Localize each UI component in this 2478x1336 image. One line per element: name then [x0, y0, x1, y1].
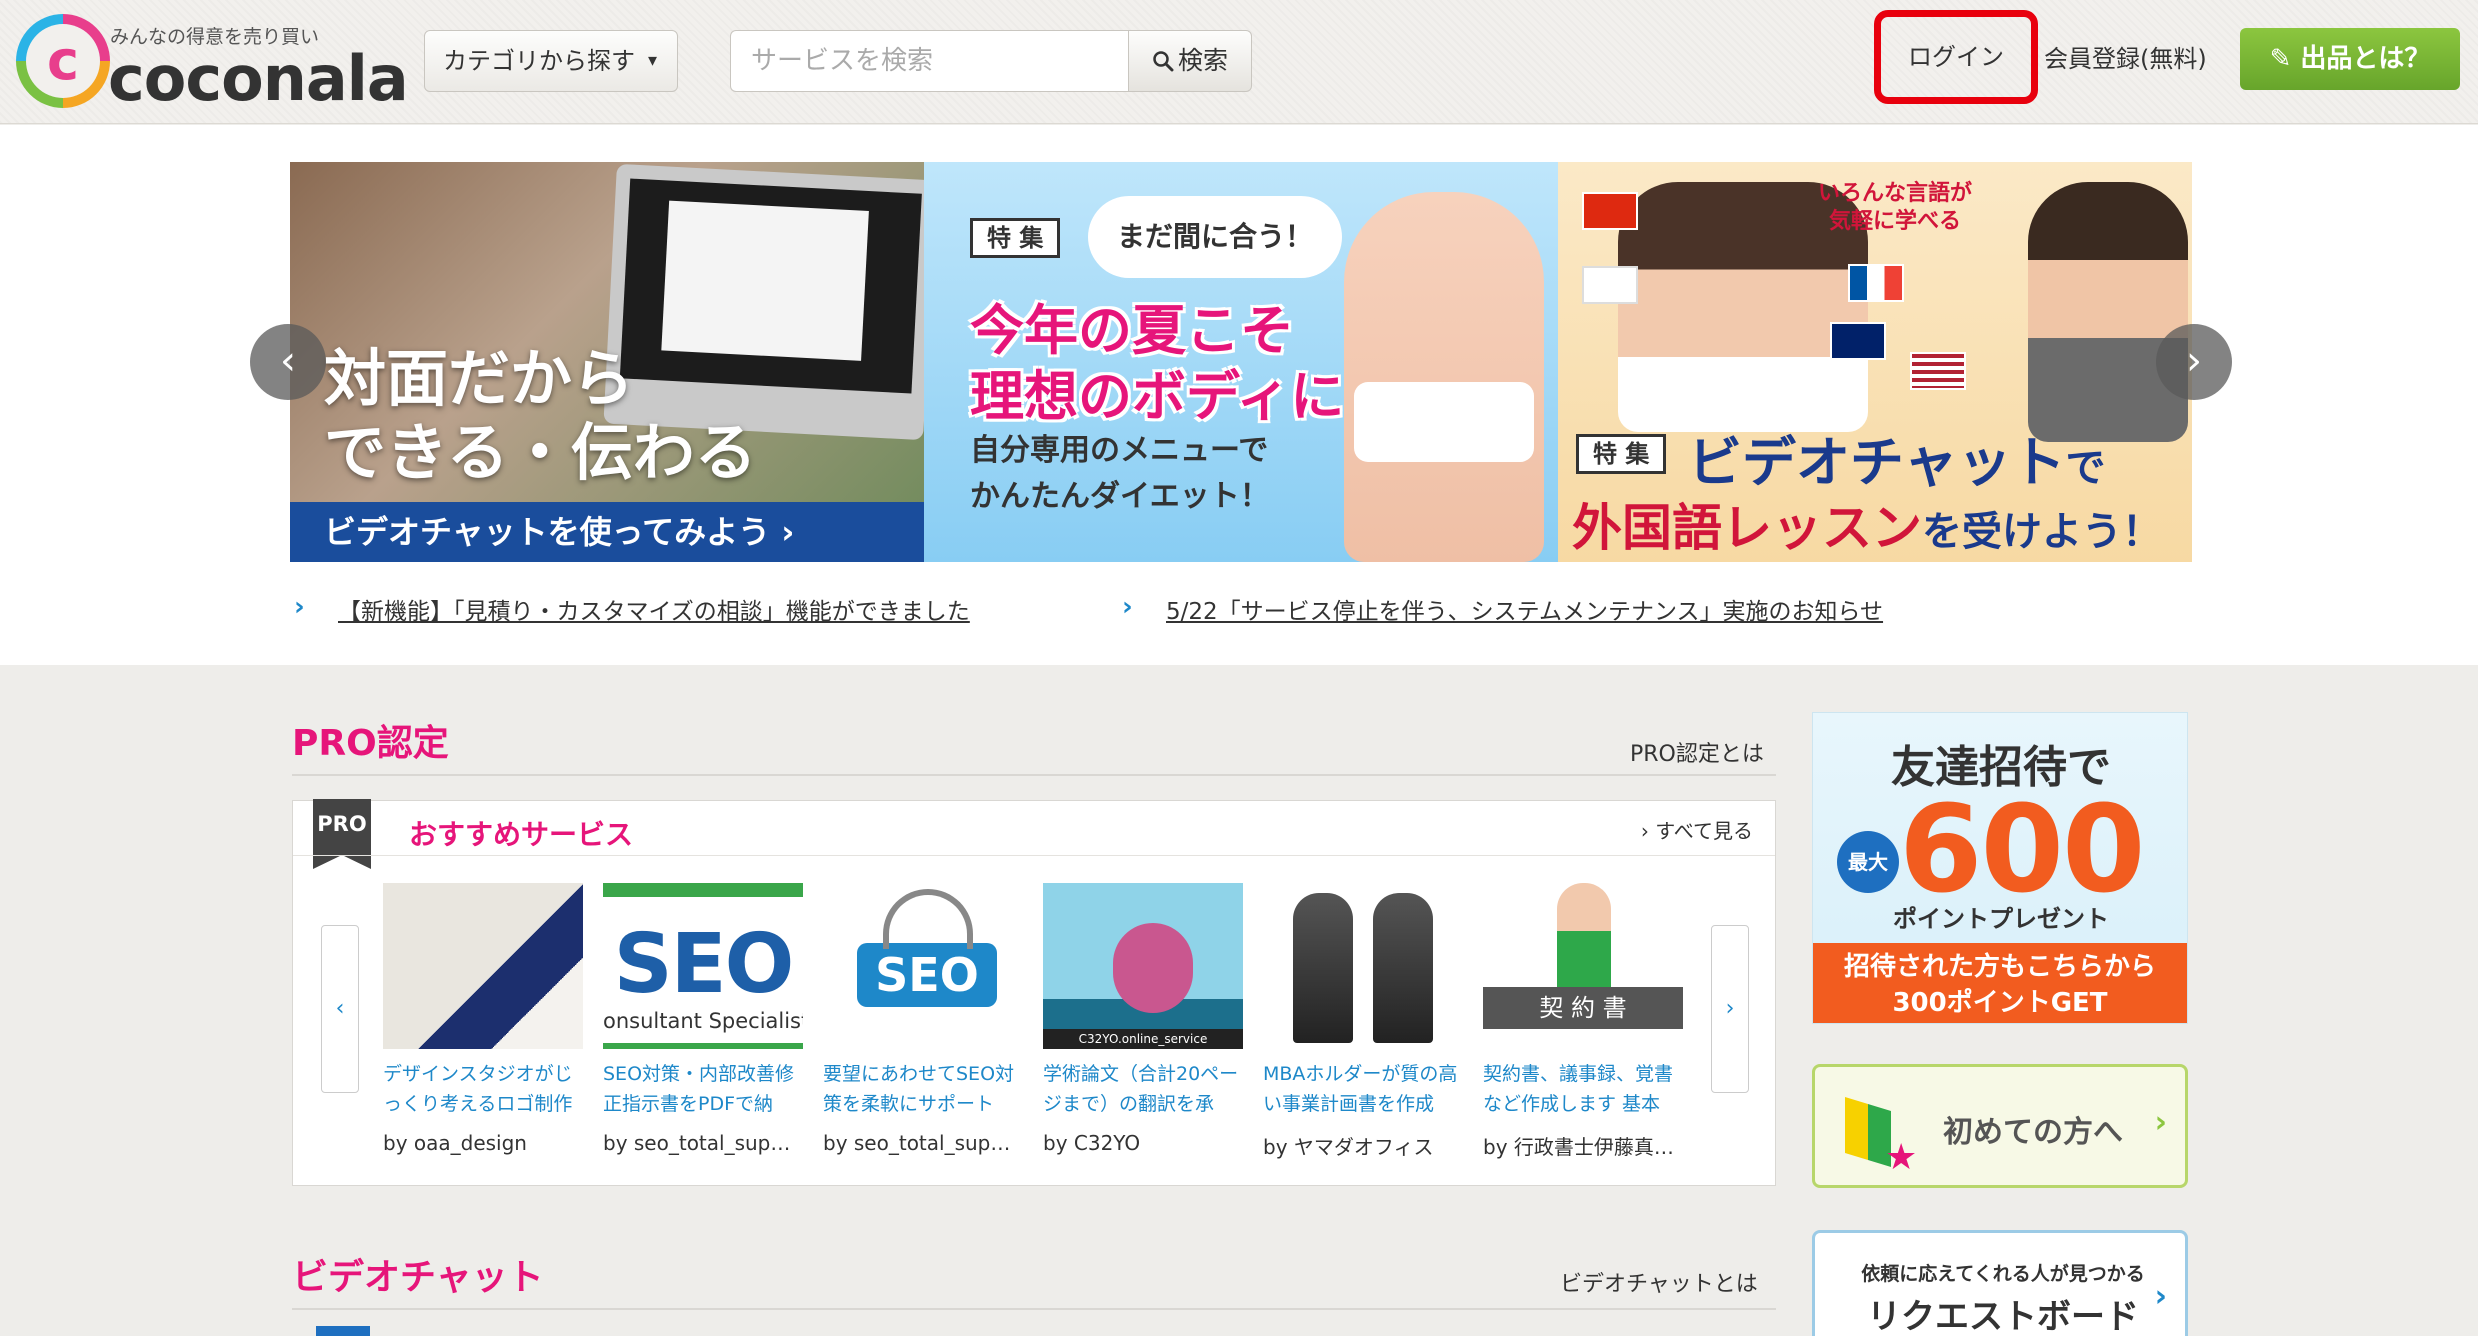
request-subtitle: 依頼に応えてくれる人が見つかる — [1861, 1263, 2145, 1285]
flag-korea-icon — [1582, 266, 1638, 304]
category-dropdown-button[interactable]: カテゴリから探す ▾ — [424, 30, 678, 92]
speech-bubble: まだ間に合う！ — [1088, 196, 1342, 278]
service-title: SEO対策・内部改善修正指示書をPDFで納 — [603, 1063, 795, 1115]
model-image — [1344, 192, 1544, 562]
banner2-title: 今年の夏こそ 理想のボディに — [970, 299, 1345, 428]
beginner-guide-button[interactable]: ★ 初めての方へ › — [1812, 1064, 2188, 1188]
request-board-button[interactable]: 依頼に応えてくれる人が見つかる リクエストボード › — [1812, 1230, 2188, 1336]
banner3-title: ビデオチャットで — [1688, 431, 2106, 494]
logo-mark-icon: c — [16, 14, 110, 108]
flag-us-icon — [1910, 352, 1966, 390]
banner-video-chat[interactable]: 対面だから できる・伝わる ビデオチャットを使ってみよう › — [290, 162, 924, 562]
pro-badge: PRO — [313, 799, 371, 869]
pro-section-title: PRO認定 — [292, 723, 449, 764]
service-thumbnail: SEO onsultant Specialist — [603, 883, 803, 1049]
model-top-image — [1354, 382, 1534, 462]
panel-divider — [293, 855, 1775, 856]
sell-button-label: 出品とは？ — [2300, 44, 2431, 74]
sell-about-button[interactable]: ✎ 出品とは？ — [2240, 28, 2460, 90]
banner-diet[interactable]: 特 集 まだ間に合う！ 今年の夏こそ 理想のボディに 自分専用のメニューで かん… — [924, 162, 1558, 562]
service-title: 要望にあわせてSEO対策を柔軟にサポート — [823, 1063, 1015, 1115]
pro-about-link[interactable]: PRO認定とは — [1630, 736, 1764, 768]
flag-uk-icon — [1830, 322, 1886, 360]
banner2-subtitle: 自分専用のメニューで かんたんダイエット！ — [970, 433, 1270, 514]
seller-name: by C32YO — [1043, 1131, 1141, 1155]
chevron-right-icon: › — [2154, 1279, 2167, 1314]
news-arrow-icon: › — [1122, 592, 1133, 622]
banner3-subtitle: 外国語レッスンを受けよう！ — [1572, 499, 2162, 557]
pro-carousel-prev-button[interactable]: ‹ — [321, 925, 359, 1093]
seller-name: by seo_total_supp… — [603, 1131, 803, 1155]
service-card[interactable]: 契 約 書 契約書、議事録、覚書など作成します 基本 by 行政書士伊藤真… — [1483, 883, 1683, 1183]
news-link[interactable]: 【新機能】「見積り・カスタマイズの相談」機能ができました — [338, 592, 970, 628]
service-card[interactable]: MBAホルダーが質の高い事業計画書を作成 by ヤマダオフィス — [1263, 883, 1463, 1183]
invite-points-label: ポイントプレゼント — [1893, 905, 2109, 933]
max-badge: 最大 — [1837, 831, 1899, 893]
logo-wordmark: coconala — [108, 42, 409, 115]
category-label: カテゴリから探す — [443, 47, 635, 75]
banner1-title: 対面だから できる・伝わる — [324, 342, 757, 489]
pro-recommend-panel: PRO おすすめサービス › すべて見る ‹ › デザインスタジオがじっくり考え… — [292, 799, 1776, 1186]
request-title: リクエストボード — [1867, 1297, 2139, 1336]
section-marker — [316, 1326, 370, 1336]
section-divider — [292, 774, 1776, 776]
seller-name: by ヤマダオフィス — [1263, 1135, 1434, 1159]
service-title: デザインスタジオがじっくり考えるロゴ制作 — [383, 1063, 573, 1115]
news-arrow-icon: › — [294, 592, 305, 622]
pencil-icon: ✎ — [2269, 44, 2292, 74]
search-button-label: 検索 — [1177, 46, 1228, 75]
seller-name: by seo_total_supp… — [823, 1131, 1023, 1155]
service-title: MBAホルダーが質の高い事業計画書を作成 — [1263, 1063, 1458, 1115]
service-card[interactable]: デザインスタジオがじっくり考えるロゴ制作 by oaa_design — [383, 883, 583, 1183]
invite-bonus-bar: 招待された方もこちらから 300ポイントGET — [1813, 943, 2187, 1023]
chevron-right-icon: › — [2154, 1105, 2167, 1140]
login-button[interactable]: ログイン — [1874, 10, 2038, 104]
service-card[interactable]: SEO onsultant Specialist SEO対策・内部改善修正指示書… — [603, 883, 803, 1183]
see-all-link[interactable]: › すべて見る — [1641, 815, 1753, 844]
feature-tag: 特 集 — [970, 218, 1061, 258]
seller-name: by oaa_design — [383, 1131, 527, 1155]
carousel-prev-button[interactable]: ‹ — [250, 324, 326, 400]
service-thumbnail — [1263, 883, 1463, 1049]
service-card[interactable]: C32YO.online_service 学術論文（合計20ページまで）の翻訳を… — [1043, 883, 1243, 1183]
banner-language-lesson[interactable]: いろんな言語が 気軽に学べる 特 集 ビデオチャットで 外国語レッスンを受けよう… — [1558, 162, 2192, 562]
search-input[interactable] — [730, 30, 1130, 92]
service-thumbnail — [383, 883, 583, 1049]
service-thumbnail: C32YO.online_service — [1043, 883, 1243, 1049]
flag-france-icon — [1848, 264, 1904, 302]
video-about-link[interactable]: ビデオチャットとは — [1560, 1266, 1758, 1298]
star-icon: ★ — [1885, 1137, 1918, 1178]
invite-friends-banner[interactable]: 友達招待で 最大 600 ポイントプレゼント 招待された方もこちらから 300ポ… — [1812, 712, 2188, 1024]
service-card[interactable]: SEO 要望にあわせてSEO対策を柔軟にサポート by seo_total_su… — [823, 883, 1023, 1183]
feature-tag: 特 集 — [1576, 434, 1667, 474]
pro-carousel-next-button[interactable]: › — [1711, 925, 1749, 1093]
register-link[interactable]: 会員登録(無料) — [2044, 34, 2224, 84]
seller-name: by 行政書士伊藤真… — [1483, 1135, 1674, 1159]
news-link[interactable]: 5/22「サービス停止を伴う、システムメンテナンス」実施のお知らせ — [1166, 592, 1883, 628]
banner3-badge: いろんな言語が 気軽に学べる — [1818, 181, 1973, 234]
chevron-down-icon: ▾ — [647, 50, 657, 71]
service-title: 契約書、議事録、覚書など作成します 基本 — [1483, 1063, 1674, 1115]
banner1-cta: ビデオチャットを使ってみよう › — [290, 502, 924, 562]
video-section-title: ビデオチャット — [292, 1257, 544, 1298]
service-thumbnail: 契 約 書 — [1483, 883, 1683, 1049]
search-icon — [1153, 51, 1174, 72]
pro-subtitle: おすすめサービス — [409, 818, 634, 851]
flag-china-icon — [1582, 192, 1638, 230]
carousel-next-button[interactable]: › — [2156, 324, 2232, 400]
service-thumbnail: SEO — [823, 883, 1023, 1049]
section-divider — [292, 1308, 1776, 1310]
teacher-image — [2028, 182, 2188, 442]
coconala-logo[interactable]: c みんなの得意を売り買い coconala — [16, 12, 409, 115]
beginner-label: 初めての方へ — [1943, 1115, 2123, 1150]
header-bar: c みんなの得意を売り買い coconala カテゴリから探す ▾ 検索 ログイ… — [0, 0, 2478, 124]
search-button[interactable]: 検索 — [1128, 30, 1252, 92]
service-title: 学術論文（合計20ページまで）の翻訳を承 — [1043, 1063, 1239, 1115]
